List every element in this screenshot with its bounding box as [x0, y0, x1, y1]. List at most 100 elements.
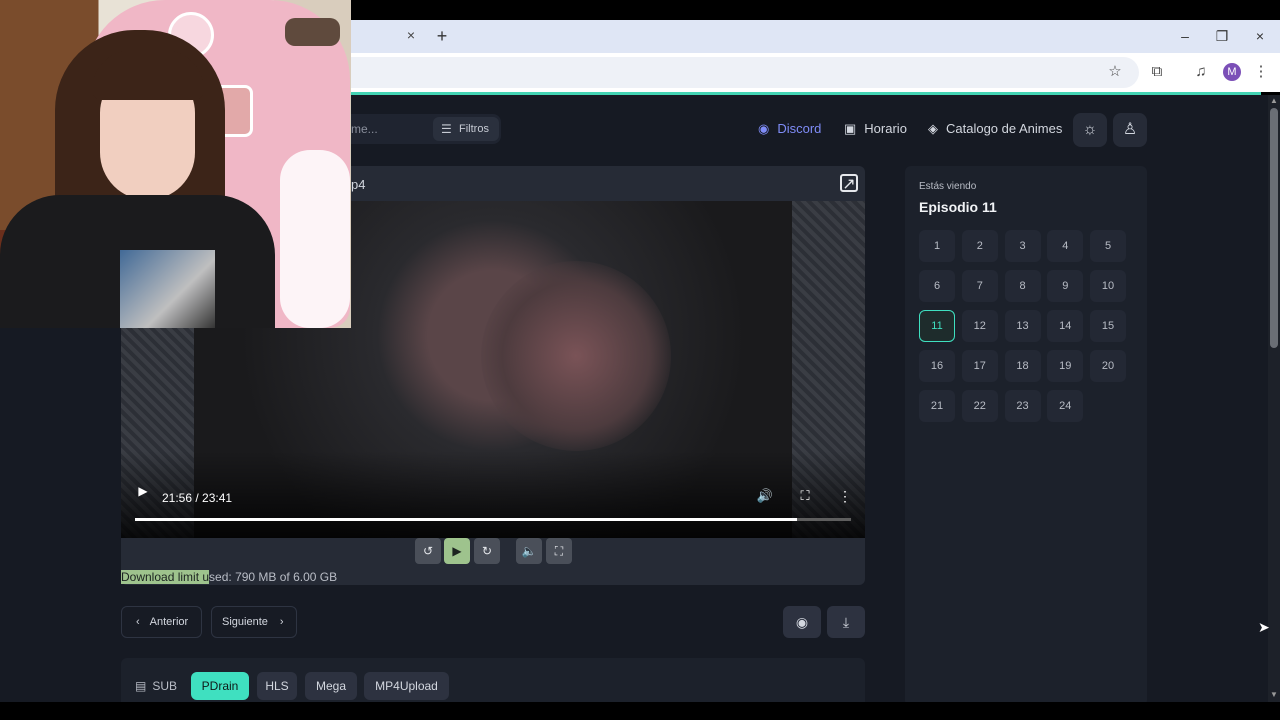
episode-button[interactable]: 1 — [919, 230, 955, 262]
current-episode: Episodio 11 — [919, 199, 997, 215]
nav-horario[interactable]: ▣ Horario — [844, 121, 907, 137]
episode-button[interactable]: 2 — [961, 230, 998, 262]
sub-text: SUB — [152, 679, 178, 693]
subtitles-icon: ▤ — [135, 679, 147, 693]
close-window-icon[interactable]: × — [1251, 27, 1269, 45]
search-placeholder: me... — [351, 122, 378, 136]
prev-label: Anterior — [149, 616, 189, 628]
expand-icon[interactable]: ⛶ — [546, 538, 572, 564]
scroll-down-icon[interactable]: ▼ — [1268, 689, 1280, 701]
sun-icon: ☼ — [1082, 121, 1098, 138]
user-icon: ♙ — [1122, 121, 1138, 138]
mute-icon[interactable]: 🔈 — [516, 538, 542, 564]
filters-button[interactable]: ☰ Filtros — [433, 117, 499, 141]
watching-label: Estás viendo — [919, 181, 977, 192]
video-blurred-subject — [481, 261, 671, 451]
download-limit-rest: sed: 790 MB of 6.00 GB — [209, 570, 338, 584]
screen: × + – ❐ × ☆ ⧉ ♫ M ⋮ me... ☰ Filtros ◉ Dis… — [0, 0, 1280, 720]
extensions-icon[interactable]: ⧉ — [1148, 63, 1166, 81]
filters-label: Filtros — [459, 123, 489, 135]
episode-button[interactable]: 21 — [919, 390, 955, 422]
episode-button[interactable]: 3 — [1004, 230, 1041, 262]
fullscreen-icon[interactable]: ⛶ — [796, 488, 814, 506]
episode-button[interactable]: 18 — [1004, 350, 1041, 382]
player-title: p4 — [351, 177, 366, 192]
next-label: Siguiente — [222, 616, 268, 628]
nav-catalogo[interactable]: ◈ Catalogo de Animes — [928, 121, 1062, 137]
eye-icon: ◉ — [795, 614, 809, 630]
webcam-hoodie-print — [120, 250, 215, 328]
episode-button[interactable]: 6 — [919, 270, 955, 302]
episode-button[interactable]: 10 — [1090, 270, 1126, 302]
episode-button[interactable]: 4 — [1047, 230, 1084, 262]
prev-episode-button[interactable]: ‹ Anterior — [121, 606, 202, 638]
discord-icon: ◉ — [758, 121, 770, 136]
play-icon[interactable]: ▶ — [135, 483, 151, 499]
download-icon: ⤓ — [842, 614, 850, 630]
chevron-right-icon: › — [279, 616, 284, 628]
episode-button[interactable]: 11 — [919, 310, 955, 342]
nav-horario-label: Horario — [864, 121, 907, 136]
rewind-icon[interactable]: ↺ — [415, 538, 441, 564]
more-options-icon[interactable]: ⋮ — [836, 488, 854, 506]
episode-button[interactable]: 20 — [1090, 350, 1126, 382]
media-control-icon[interactable]: ♫ — [1192, 63, 1210, 81]
episode-button[interactable]: 22 — [961, 390, 998, 422]
address-bar[interactable] — [351, 57, 1139, 88]
watched-toggle-button[interactable]: ◉ — [783, 606, 821, 638]
episode-button[interactable]: 14 — [1047, 310, 1084, 342]
video-progress-fill — [135, 518, 798, 521]
episode-button[interactable]: 13 — [1004, 310, 1041, 342]
minimize-icon[interactable]: – — [1176, 27, 1194, 45]
episode-button[interactable]: 19 — [1047, 350, 1084, 382]
nav-discord-label: Discord — [777, 121, 822, 136]
mouse-cursor-icon: ➤ — [1258, 619, 1270, 635]
forward-icon[interactable]: ↻ — [474, 538, 500, 564]
episode-button[interactable]: 16 — [919, 350, 955, 382]
volume-icon[interactable]: 🔊 — [756, 488, 774, 506]
episode-button[interactable]: 23 — [1004, 390, 1041, 422]
user-button[interactable]: ♙ — [1113, 113, 1147, 147]
video-progress-bar[interactable] — [135, 518, 851, 521]
episode-button[interactable]: 9 — [1047, 270, 1084, 302]
sub-label: ▤ SUB — [135, 679, 177, 693]
tab-close-icon[interactable]: × — [403, 27, 419, 43]
webcam-overlay — [0, 0, 351, 328]
episode-button[interactable]: 17 — [961, 350, 998, 382]
profile-avatar[interactable]: M — [1223, 63, 1241, 81]
webcam-chair-panel — [280, 150, 350, 328]
restore-icon[interactable]: ❐ — [1213, 27, 1231, 45]
bottom-bar — [0, 702, 1280, 720]
new-tab-icon[interactable]: + — [433, 27, 451, 45]
scrollbar-thumb[interactable] — [1270, 108, 1278, 348]
nav-discord[interactable]: ◉ Discord — [758, 121, 821, 137]
nav-catalogo-label: Catalogo de Animes — [946, 121, 1063, 136]
chevron-left-icon: ‹ — [136, 616, 140, 628]
video-controls-shade — [121, 451, 865, 538]
download-button[interactable]: ⤓ — [827, 606, 865, 638]
episode-button[interactable]: 8 — [1004, 270, 1041, 302]
server-mega[interactable]: Mega — [305, 672, 357, 700]
bookmark-star-icon[interactable]: ☆ — [1106, 63, 1124, 81]
layers-icon: ◈ — [928, 121, 938, 136]
open-external-icon[interactable]: ↗ — [840, 174, 858, 193]
episode-button[interactable]: 7 — [961, 270, 998, 302]
sliders-icon: ☰ — [441, 122, 452, 136]
episode-button[interactable]: 12 — [961, 310, 998, 342]
download-limit-highlight: Download limit u — [121, 570, 210, 584]
browser-menu-icon[interactable]: ⋮ — [1252, 63, 1270, 81]
server-hls[interactable]: HLS — [257, 672, 297, 700]
server-mp4upload[interactable]: MP4Upload — [364, 672, 449, 700]
episode-button[interactable]: 15 — [1090, 310, 1126, 342]
webcam-figurines — [285, 18, 340, 46]
next-episode-button[interactable]: Siguiente › — [211, 606, 297, 638]
scroll-up-icon[interactable]: ▲ — [1268, 95, 1280, 107]
play-pause-button[interactable]: ▶ — [444, 538, 470, 564]
video-time: 21:56 / 23:41 — [162, 491, 233, 505]
webcam-person-bangs — [92, 50, 204, 100]
server-pdrain[interactable]: PDrain — [191, 672, 249, 700]
download-limit-text: Download limit used: 790 MB of 6.00 GB — [121, 570, 337, 584]
episode-button[interactable]: 5 — [1090, 230, 1126, 262]
theme-toggle-button[interactable]: ☼ — [1073, 113, 1107, 147]
episode-button[interactable]: 24 — [1047, 390, 1084, 422]
